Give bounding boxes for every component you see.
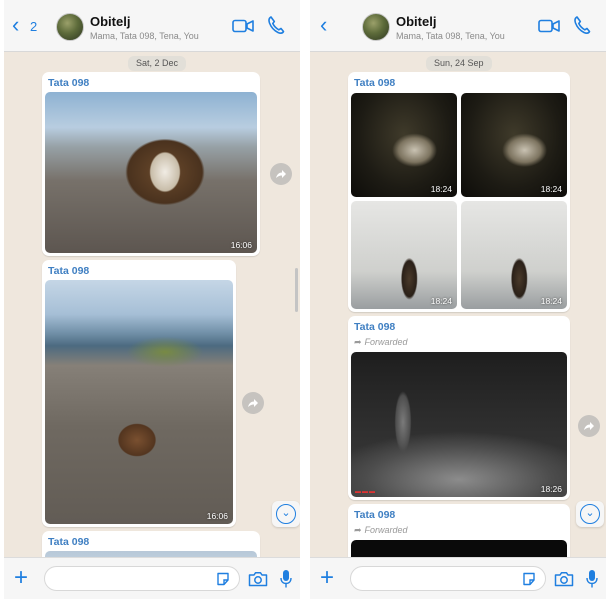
scrollbar[interactable] (295, 268, 298, 312)
message-input[interactable] (350, 566, 546, 591)
date-separator: Sun, 24 Sep (426, 56, 492, 71)
camera-icon[interactable] (248, 571, 268, 587)
share-button[interactable] (578, 415, 600, 437)
camera-icon[interactable] (554, 571, 574, 587)
scroll-to-bottom-button[interactable]: ⌄ (272, 501, 300, 527)
forwarded-label: ➦ Forwarded (354, 525, 408, 536)
phone-icon[interactable] (267, 15, 285, 35)
album-photo[interactable]: 18:24 (351, 201, 457, 309)
forward-arrow-icon: ➦ (354, 525, 362, 535)
message-time: 18:24 (540, 296, 562, 306)
date-separator: Sat, 2 Dec (128, 56, 187, 71)
message-time: 18:24 (430, 296, 452, 306)
phone-icon[interactable] (573, 15, 591, 35)
image-message[interactable]: Tata 098 16:06 (42, 72, 260, 256)
trail-camera-photo[interactable]: ▬▬▬ 18:26 (351, 352, 567, 497)
forwarded-text: Forwarded (364, 337, 408, 347)
photo-mouflon-landscape[interactable]: 16:06 (45, 280, 233, 524)
album-photo[interactable]: 18:24 (461, 93, 567, 197)
chevron-left-icon[interactable]: ‹ (12, 14, 19, 36)
sticker-icon[interactable] (216, 572, 230, 586)
chat-participants[interactable]: Mama, Tata 098, Tena, You (90, 31, 199, 41)
scroll-to-bottom-button[interactable]: ⌄ (576, 501, 604, 527)
photo-mouflon[interactable]: 16:06 (45, 92, 257, 253)
share-arrow-icon (584, 422, 594, 430)
sender-name[interactable]: Tata 098 (354, 321, 395, 333)
chat-participants[interactable]: Mama, Tata 098, Tena, You (396, 31, 505, 41)
chat-title[interactable]: Obitelj (90, 14, 130, 29)
back-unread-count[interactable]: 2 (30, 19, 37, 34)
camera-overlay-strip: ▬▬▬ (355, 489, 376, 495)
plus-icon[interactable]: + (320, 566, 334, 590)
chat-title[interactable]: Obitelj (396, 14, 436, 29)
chevron-down-circle-icon: ⌄ (276, 504, 296, 524)
chevron-down-circle-icon: ⌄ (580, 504, 600, 524)
video-camera-icon[interactable] (232, 19, 254, 33)
plus-icon[interactable]: + (14, 566, 28, 590)
sender-name[interactable]: Tata 098 (48, 536, 89, 548)
photo-album-message[interactable]: Tata 098 18:24 18:24 18:24 18:24 (348, 72, 570, 312)
microphone-icon[interactable] (586, 569, 598, 589)
message-time: 18:24 (540, 184, 562, 194)
chat-header: ‹ 2 Obitelj Mama, Tata 098, Tena, You (4, 0, 300, 52)
group-avatar[interactable] (56, 13, 84, 41)
message-time: 16:06 (206, 511, 228, 521)
compose-bar: + (4, 557, 300, 599)
image-message[interactable]: Tata 098 16:06 (42, 260, 236, 527)
message-time: 18:24 (430, 184, 452, 194)
share-button[interactable] (270, 163, 292, 185)
chat-screen-right: ‹ Obitelj Mama, Tata 098, Tena, You Sun,… (310, 0, 606, 599)
forwarded-image-message[interactable]: Tata 098 ➦ Forwarded ▬▬▬ 18:26 (348, 316, 570, 500)
microphone-icon[interactable] (280, 569, 292, 589)
chevron-left-icon[interactable]: ‹ (320, 14, 327, 36)
sender-name[interactable]: Tata 098 (48, 77, 89, 89)
share-arrow-icon (276, 170, 286, 178)
video-camera-icon[interactable] (538, 19, 560, 33)
forwarded-text: Forwarded (364, 525, 408, 535)
chat-screen-left: ‹ 2 Obitelj Mama, Tata 098, Tena, You Sa… (4, 0, 300, 599)
message-time: 18:26 (540, 484, 562, 494)
forward-arrow-icon: ➦ (354, 337, 362, 347)
message-input[interactable] (44, 566, 240, 591)
chat-header: ‹ Obitelj Mama, Tata 098, Tena, You (310, 0, 606, 52)
share-arrow-icon (248, 399, 258, 407)
album-photo[interactable]: 18:24 (461, 201, 567, 309)
album-photo[interactable]: 18:24 (351, 93, 457, 197)
forwarded-image-message[interactable]: Tata 098 ➦ Forwarded (348, 504, 570, 564)
screenshot-divider (300, 0, 310, 599)
sticker-icon[interactable] (522, 572, 536, 586)
compose-bar: + (310, 557, 606, 599)
sender-name[interactable]: Tata 098 (48, 265, 89, 277)
forwarded-label: ➦ Forwarded (354, 337, 408, 348)
group-avatar[interactable] (362, 13, 390, 41)
message-time: 16:06 (230, 240, 252, 250)
sender-name[interactable]: Tata 098 (354, 77, 395, 89)
sender-name[interactable]: Tata 098 (354, 509, 395, 521)
share-button[interactable] (242, 392, 264, 414)
